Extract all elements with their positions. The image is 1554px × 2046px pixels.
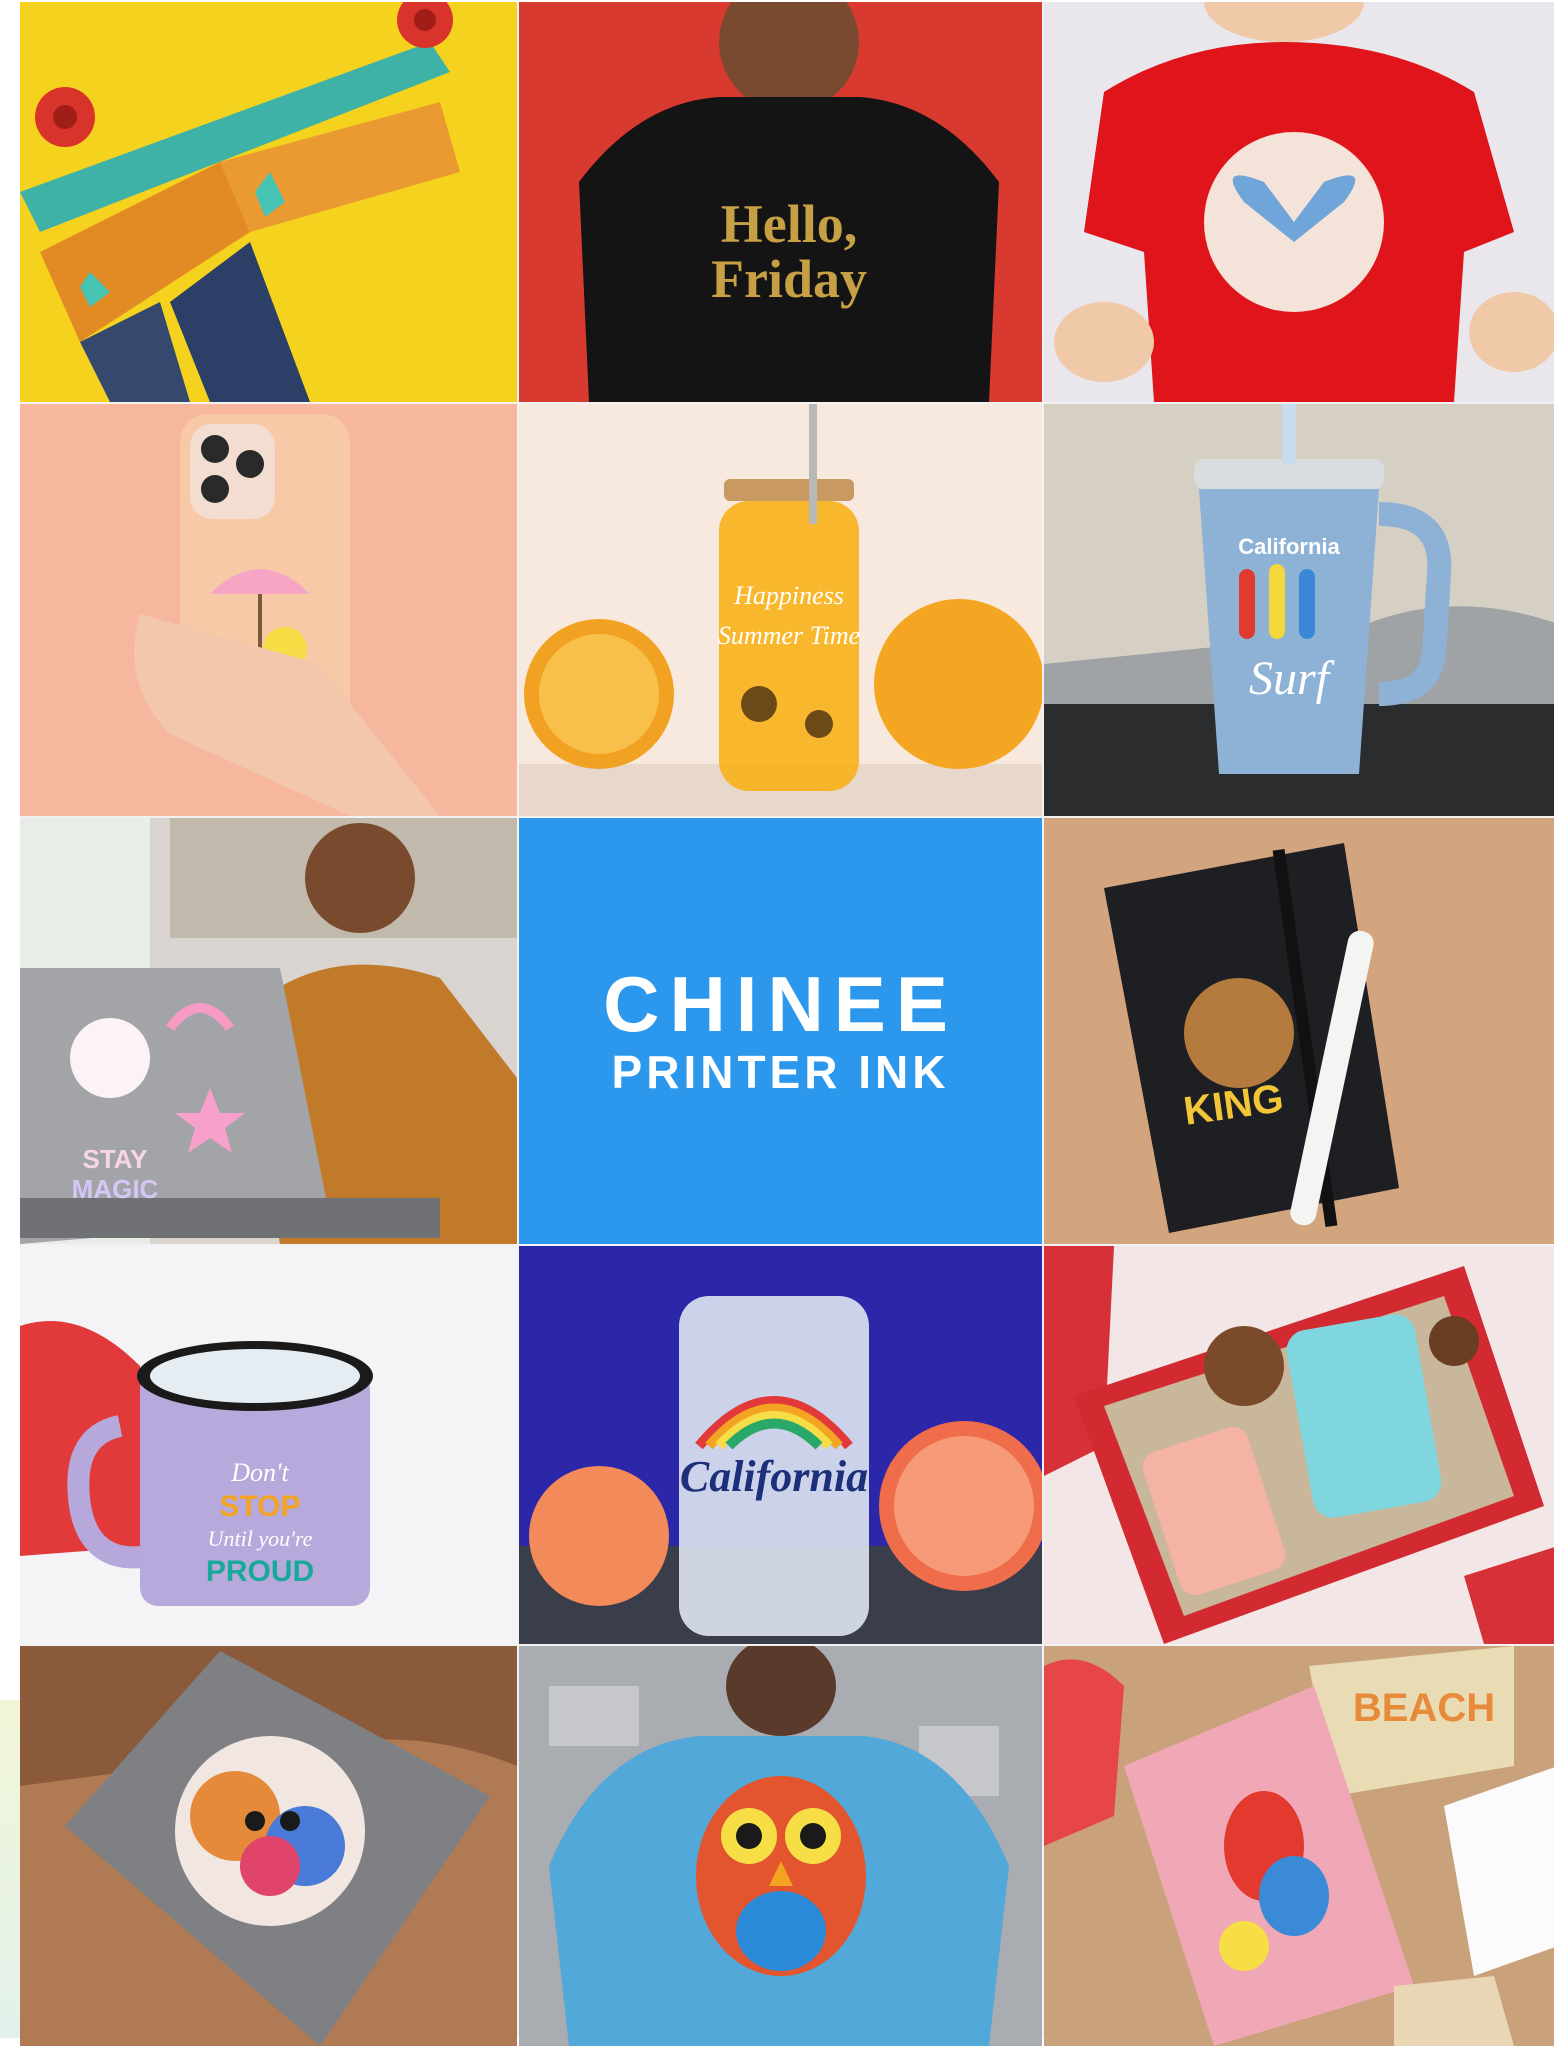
brand-subtitle: PRINTER INK — [611, 1045, 950, 1098]
kids-red-shirt-photo — [1044, 2, 1554, 402]
svg-text:Until you're: Until you're — [208, 1526, 313, 1551]
enamel-mug-photo: Don't STOP Until you're PROUD — [20, 1246, 517, 1644]
glass-jar-oranges-photo: Happiness Summer Time — [519, 404, 1042, 816]
svg-text:Hello,: Hello, — [721, 194, 857, 254]
pillow-photo — [20, 1646, 517, 2046]
svg-text:California: California — [1238, 534, 1340, 559]
svg-text:California: California — [680, 1452, 868, 1501]
notebooks-parrot-photo: BEACH — [1044, 1646, 1554, 2046]
black-tshirt-photo: Hello, Friday — [519, 2, 1042, 402]
svg-text:STOP: STOP — [219, 1490, 300, 1523]
california-glass-photo: California — [519, 1246, 1042, 1644]
tumbler-car-photo: California Surf — [1044, 404, 1554, 816]
product-photo-grid: Hello, Friday Happiness Summer Time Cali… — [20, 2, 1554, 2046]
svg-text:MAGIC: MAGIC — [72, 1174, 159, 1204]
brand-panel: CHINEE PRINTER INK — [519, 818, 1042, 1244]
svg-text:Happiness: Happiness — [733, 581, 844, 610]
svg-text:Don't: Don't — [230, 1458, 289, 1487]
svg-text:BEACH: BEACH — [1353, 1686, 1495, 1730]
laptop-stickers-photo: STAY MAGIC — [20, 818, 517, 1244]
left-edge-decoration — [0, 1700, 22, 2038]
svg-text:STAY: STAY — [82, 1144, 147, 1174]
svg-text:Surf: Surf — [1249, 652, 1335, 705]
sneakers-skateboard-photo — [20, 2, 517, 402]
svg-text:Summer Time: Summer Time — [718, 621, 860, 650]
brand-title: CHINEE — [603, 959, 958, 1048]
notebook-pen-photo: KING — [1044, 818, 1554, 1244]
sweatshirt-owl-photo — [519, 1646, 1042, 2046]
svg-text:PROUD: PROUD — [206, 1555, 314, 1588]
svg-text:Friday: Friday — [711, 249, 867, 309]
gift-box-photo — [1044, 1246, 1554, 1644]
phone-case-photo — [20, 404, 517, 816]
